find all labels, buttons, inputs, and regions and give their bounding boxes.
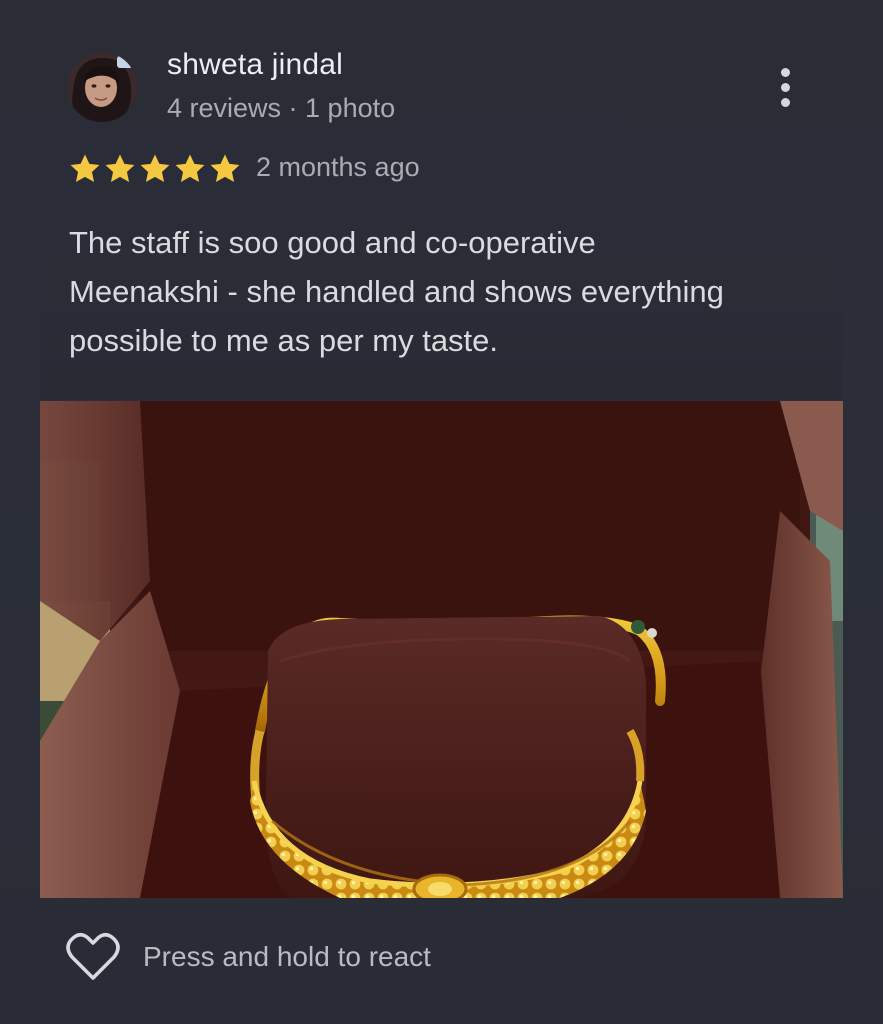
author-name[interactable]: shweta jindal [167, 48, 343, 82]
avatar[interactable] [67, 52, 137, 122]
more-vert-icon-dot [780, 97, 790, 107]
star-filled-icon [70, 154, 100, 183]
more-vert-icon-dot [780, 82, 790, 92]
star-filled-icon [175, 154, 205, 183]
review-time: 2 months ago [256, 152, 420, 182]
react-label: Press and hold to react [143, 941, 431, 972]
star-filled-icon [210, 154, 240, 183]
review-text: The staff is soo good and co-operative M… [69, 225, 724, 358]
star-filled-icon [105, 154, 135, 183]
star-rating [68, 152, 242, 186]
heart-outline-icon [66, 932, 120, 980]
react-button[interactable]: Press and hold to react [66, 932, 431, 982]
more-vert-icon-dot [780, 67, 790, 77]
review-photo[interactable] [40, 401, 843, 898]
star-filled-icon [140, 154, 170, 183]
more-options-button[interactable] [766, 62, 804, 112]
author-meta: 4 reviews · 1 photo [167, 93, 396, 123]
review-card: shweta jindal 4 reviews · 1 photo 2 mont… [0, 0, 883, 1024]
